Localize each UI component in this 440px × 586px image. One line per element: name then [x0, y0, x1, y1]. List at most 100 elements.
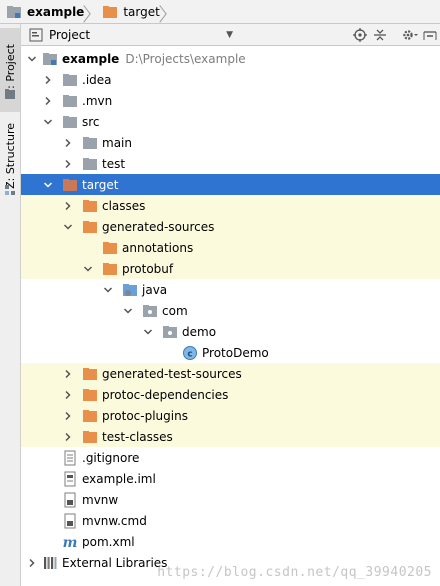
collapsed-arrow-icon[interactable]: [26, 557, 38, 569]
tree-node-src[interactable]: src: [21, 111, 440, 132]
tree-node-com[interactable]: com: [21, 300, 440, 321]
tree-node-label: classes: [102, 198, 146, 213]
module-file-icon: [64, 471, 76, 487]
collapsed-arrow-icon[interactable]: [62, 158, 74, 170]
tree-node-root[interactable]: example D:\Projects\example: [21, 48, 440, 69]
tree-node-java[interactable]: java: [21, 279, 440, 300]
expanded-arrow-icon[interactable]: [42, 116, 54, 128]
folder-icon: [103, 5, 118, 18]
collapsed-arrow-icon[interactable]: [62, 200, 74, 212]
tree-node-test[interactable]: test: [21, 153, 440, 174]
tree-node-generated-sources[interactable]: generated-sources: [21, 216, 440, 237]
tree-node-label: annotations: [122, 240, 194, 255]
tree-node-annotations[interactable]: annotations: [21, 237, 440, 258]
tree-node-label: test-classes: [102, 429, 173, 444]
breadcrumb-separator: [86, 0, 96, 24]
expanded-arrow-icon[interactable]: [26, 53, 38, 65]
svg-text:m: m: [63, 535, 78, 550]
expanded-arrow-icon[interactable]: [122, 305, 134, 317]
tree-node-label: java: [142, 282, 168, 297]
tree-node-label: main: [102, 135, 132, 150]
collapsed-arrow-icon[interactable]: [42, 74, 54, 86]
tree-node-label: example D:\Projects\example: [62, 51, 246, 66]
excluded-folder-icon: [83, 431, 97, 443]
excluded-folder-icon: [63, 179, 77, 191]
excluded-folder-icon: [83, 368, 97, 380]
tree-node-gitignore[interactable]: .gitignore: [21, 447, 440, 468]
collapsed-arrow-icon[interactable]: [42, 95, 54, 107]
tree-node-label: External Libraries: [62, 555, 168, 570]
maven-icon: m: [63, 535, 78, 550]
tree-node-demo[interactable]: demo: [21, 321, 440, 342]
tree-node-pom[interactable]: m pom.xml: [21, 531, 440, 552]
excluded-folder-icon: [83, 221, 97, 233]
tree-node-label: src: [82, 114, 100, 129]
locate-target-icon[interactable]: [350, 25, 370, 45]
dropdown-arrow-icon[interactable]: ▼: [226, 30, 233, 40]
tree-node-protodemo[interactable]: c ProtoDemo: [21, 342, 440, 363]
tree-node-target[interactable]: target: [21, 174, 440, 195]
tree-node-classes[interactable]: classes: [21, 195, 440, 216]
tool-window-strip: 1: Project Z: Structure: [0, 24, 21, 586]
project-panel-header: Project ▼: [21, 24, 440, 46]
breadcrumb-item-example[interactable]: example: [0, 0, 84, 24]
breadcrumb-label: example: [27, 4, 85, 19]
expanded-arrow-icon[interactable]: [102, 284, 114, 296]
tree-node-label: com: [162, 303, 188, 318]
tree-node-label: example.iml: [82, 471, 156, 486]
folder-icon: [83, 137, 97, 149]
collapsed-arrow-icon[interactable]: [62, 431, 74, 443]
tree-node-mvnw[interactable]: mvnw: [21, 489, 440, 510]
package-icon: [143, 305, 157, 317]
hide-panel-icon[interactable]: [420, 25, 440, 45]
tree-node-label: ProtoDemo: [202, 345, 269, 360]
tree-node-idea[interactable]: .idea: [21, 69, 440, 90]
breadcrumb-separator: [162, 0, 172, 24]
tree-node-protoc-plugins[interactable]: protoc-plugins: [21, 405, 440, 426]
package-icon: [163, 326, 177, 338]
collapsed-arrow-icon[interactable]: [62, 410, 74, 422]
tree-node-label: .gitignore: [82, 450, 140, 465]
watermark: https://blog.csdn.net/qq_39940205: [157, 565, 432, 580]
tree-node-label: .mvn: [82, 93, 113, 108]
navigation-bar: example target: [0, 0, 440, 24]
tree-node-label: mvnw: [82, 492, 119, 507]
tree-node-protobuf[interactable]: protobuf: [21, 258, 440, 279]
tree-node-label: .idea: [82, 72, 112, 87]
excluded-folder-icon: [103, 263, 117, 275]
expanded-arrow-icon[interactable]: [62, 221, 74, 233]
tree-node-protoc-dependencies[interactable]: protoc-dependencies: [21, 384, 440, 405]
tree-node-example-iml[interactable]: example.iml: [21, 468, 440, 489]
module-folder-icon: [7, 5, 21, 18]
tree-node-main[interactable]: main: [21, 132, 440, 153]
settings-gear-icon[interactable]: [400, 25, 420, 45]
text-file-icon: [64, 450, 76, 466]
excluded-folder-icon: [103, 242, 117, 254]
collapsed-arrow-icon[interactable]: [62, 368, 74, 380]
breadcrumb-item-target[interactable]: target: [96, 0, 160, 24]
collapsed-arrow-icon[interactable]: [62, 389, 74, 401]
generated-source-folder-icon: [123, 284, 137, 296]
file-icon: [64, 513, 76, 529]
project-path: D:\Projects\example: [125, 51, 246, 66]
tree-node-label: generated-sources: [102, 219, 215, 234]
expanded-arrow-icon[interactable]: [42, 179, 54, 191]
project-window-icon: [4, 88, 16, 100]
tree-node-mvnw-cmd[interactable]: mvnw.cmd: [21, 510, 440, 531]
expanded-arrow-icon[interactable]: [82, 263, 94, 275]
tree-node-test-classes[interactable]: test-classes: [21, 426, 440, 447]
project-view-selector[interactable]: Project: [49, 28, 90, 42]
collapse-all-icon[interactable]: [370, 25, 390, 45]
excluded-folder-icon: [83, 200, 97, 212]
excluded-folder-icon: [83, 389, 97, 401]
tree-node-label: mvnw.cmd: [82, 513, 147, 528]
collapsed-arrow-icon[interactable]: [62, 137, 74, 149]
expanded-arrow-icon[interactable]: [142, 326, 154, 338]
project-tree: example D:\Projects\example .idea .mvn sr…: [21, 46, 440, 586]
tree-node-label: target: [82, 177, 119, 192]
folder-icon: [63, 95, 77, 107]
folder-icon: [83, 158, 97, 170]
tree-node-label: generated-test-sources: [102, 366, 242, 381]
tree-node-generated-test-sources[interactable]: generated-test-sources: [21, 363, 440, 384]
tree-node-mvn[interactable]: .mvn: [21, 90, 440, 111]
